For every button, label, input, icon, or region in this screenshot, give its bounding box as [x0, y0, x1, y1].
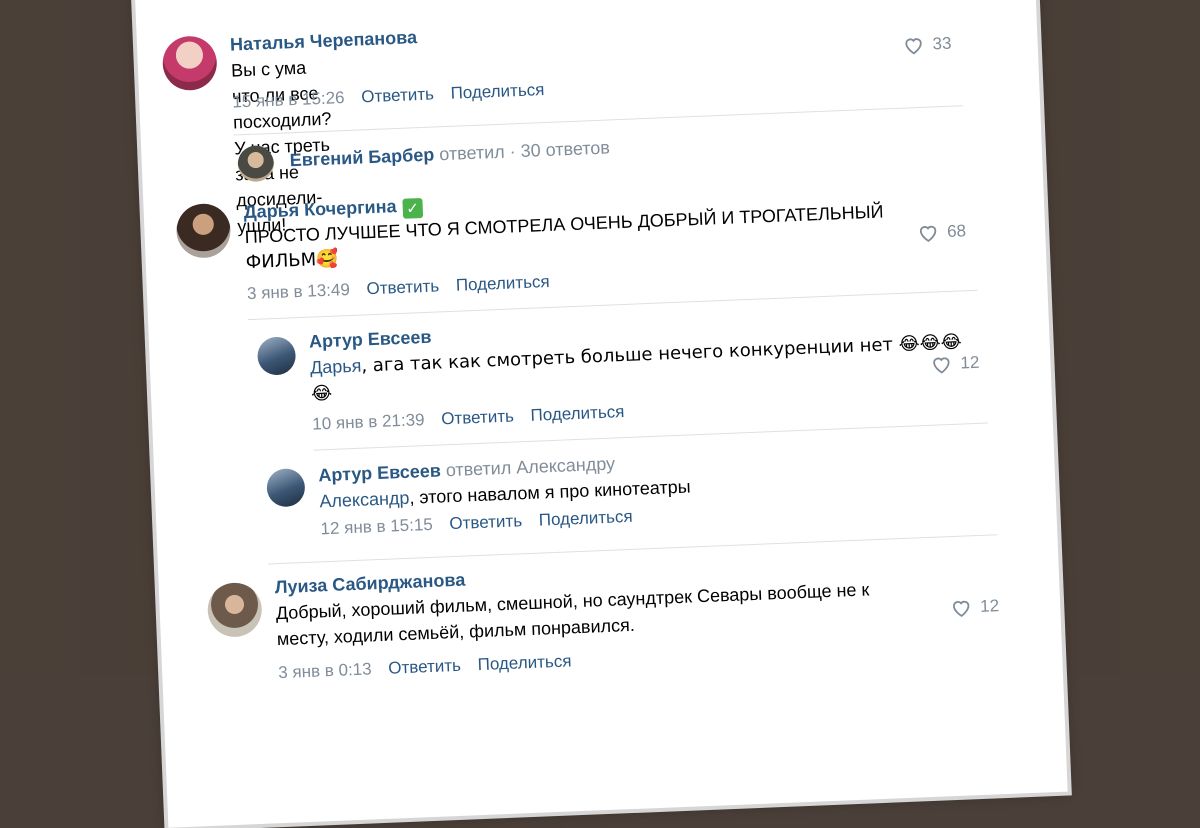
comment-author[interactable]: Артур Евсеев	[309, 327, 432, 353]
thread-action: ответил	[438, 141, 506, 165]
comment-date[interactable]: 3 янв в 0:13	[278, 659, 372, 682]
reply-addressee[interactable]: Александр	[319, 488, 410, 512]
heart-outline-icon	[905, 38, 922, 55]
thread-author[interactable]: Евгений Барбер ответил · 30 ответов	[289, 137, 610, 171]
divider	[267, 534, 998, 565]
share-button[interactable]: Поделиться	[477, 651, 572, 674]
comment-date[interactable]: 15 янв в 15:26	[232, 88, 345, 111]
check-icon: ✓	[402, 198, 424, 219]
heart-outline-icon	[933, 357, 950, 374]
like-button[interactable]: 12	[930, 353, 980, 375]
like-count: 68	[946, 221, 967, 241]
reply-button[interactable]: Ответить	[388, 656, 461, 678]
comment-author[interactable]: Наталья Черепанова	[230, 27, 418, 55]
reply-button[interactable]: Ответить	[361, 84, 434, 106]
avatar[interactable]	[266, 467, 306, 508]
comment-meta: 10 янв в 21:39 Ответить Поделиться	[312, 402, 625, 435]
like-button[interactable]: 68	[917, 221, 967, 243]
comments-panel: Наталья Черепанова Вы с ума что ли все п…	[132, 0, 1068, 828]
reply-button[interactable]: Ответить	[366, 276, 439, 298]
divider	[233, 105, 964, 136]
replied-to[interactable]: ответил Александру	[445, 453, 615, 480]
thread-count: · 30 ответов	[509, 137, 611, 162]
heart-outline-icon	[919, 225, 937, 242]
heart-outline-icon	[952, 600, 970, 617]
share-button[interactable]: Поделиться	[455, 272, 550, 295]
comment-date[interactable]: 3 янв в 13:49	[247, 280, 351, 303]
share-button[interactable]: Поделиться	[530, 402, 625, 425]
reply-button[interactable]: Ответить	[449, 511, 522, 533]
like-count: 33	[932, 33, 952, 54]
share-button[interactable]: Поделиться	[450, 80, 545, 103]
avatar[interactable]	[206, 581, 263, 638]
share-button[interactable]: Поделиться	[538, 507, 633, 530]
comment-meta: 3 янв в 0:13 Ответить Поделиться	[278, 651, 572, 683]
like-count: 12	[979, 596, 1000, 616]
like-button[interactable]: 33	[902, 34, 952, 56]
like-count: 12	[960, 352, 980, 373]
comment-date[interactable]: 10 янв в 21:39	[312, 410, 425, 433]
avatar[interactable]	[175, 202, 232, 259]
comment-date[interactable]: 12 янв в 15:15	[320, 515, 433, 538]
avatar[interactable]	[161, 35, 218, 92]
comment-meta: 3 янв в 13:49 Ответить Поделиться	[247, 272, 550, 304]
like-button[interactable]: 12	[950, 596, 1000, 618]
reply-button[interactable]: Ответить	[441, 407, 514, 429]
avatar[interactable]	[256, 336, 297, 376]
reply-addressee[interactable]: Дарья	[310, 356, 362, 378]
